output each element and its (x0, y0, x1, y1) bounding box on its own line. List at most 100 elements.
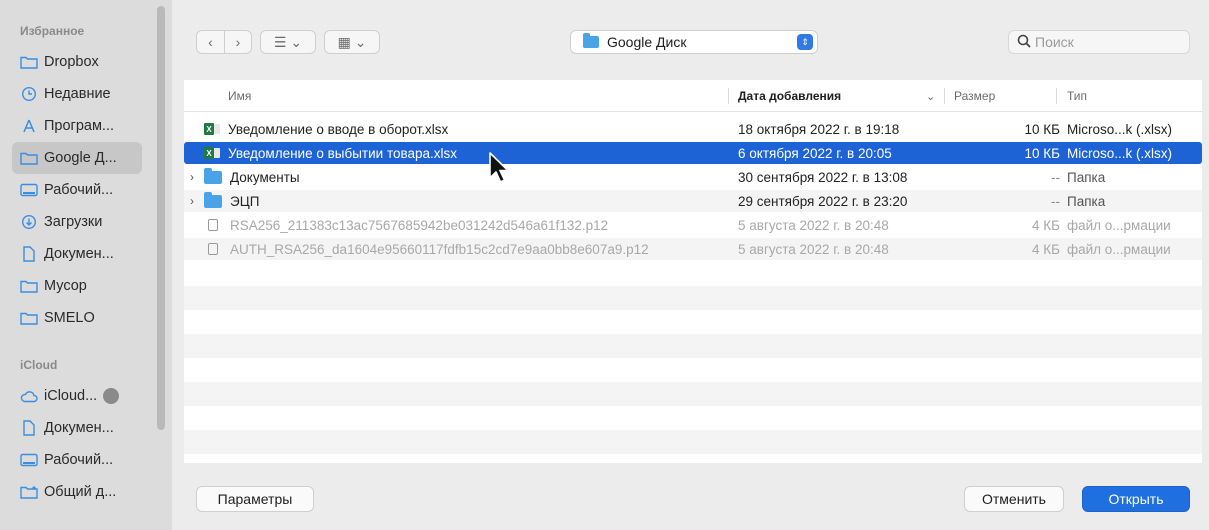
shared-folder-icon (20, 484, 38, 500)
list-view-button[interactable]: ☰ ⌄ (260, 30, 316, 54)
column-size[interactable]: Размер (954, 80, 995, 112)
sidebar-item-shared-folder[interactable]: Общий д... (12, 476, 142, 508)
sidebar-item-downloads[interactable]: Загрузки (12, 206, 142, 238)
file-date: 5 августа 2022 г. в 20:48 (738, 217, 889, 233)
nav-buttons: ‹ › (196, 30, 252, 54)
sidebar-item-label: Програм... (44, 118, 115, 134)
folder-icon (20, 310, 38, 326)
sidebar-item-label: Докумен... (44, 246, 114, 262)
sidebar-scrollbar[interactable] (157, 6, 165, 430)
column-date-added[interactable]: Дата добавления (738, 80, 841, 112)
open-button[interactable]: Открыть (1082, 486, 1190, 512)
sidebar-item-label: SMELO (44, 310, 95, 326)
empty-row (184, 430, 1202, 454)
disclosure-triangle-icon[interactable]: › (190, 194, 202, 208)
download-icon (20, 214, 38, 230)
sidebar-item-dropbox[interactable]: Dropbox (12, 46, 142, 78)
options-button[interactable]: Параметры (196, 486, 314, 512)
sidebar-item-label: Общий д... (44, 484, 117, 500)
desktop-icon (20, 182, 38, 198)
file-date: 30 сентября 2022 г. в 13:08 (738, 169, 908, 185)
file-row-selected[interactable]: X Уведомление о выбытии товара.xlsx 6 окт… (184, 142, 1202, 164)
toolbar: ‹ › ☰ ⌄ ▦ ⌄ Google Диск ⇕ (172, 0, 1209, 80)
file-kind: файл о...рмации (1067, 241, 1171, 257)
main-panel: ‹ › ☰ ⌄ ▦ ⌄ Google Диск ⇕ Имя Дата добав… (172, 0, 1209, 530)
sidebar-section-icloud: iCloud (20, 358, 58, 372)
empty-row (184, 334, 1202, 358)
sidebar-item-icloud-documents[interactable]: Докумен... (12, 412, 142, 444)
search-icon (1017, 34, 1031, 51)
file-name: AUTH_RSA256_da1604e95660117fdfb15c2cd7e9… (230, 241, 649, 257)
sidebar-item-icloud-desktop[interactable]: Рабочий... (12, 444, 142, 476)
file-size: 4 КБ (1032, 217, 1060, 233)
file-date: 29 сентября 2022 г. в 23:20 (738, 193, 908, 209)
column-name[interactable]: Имя (228, 80, 251, 112)
sidebar-item-label: Недавние (44, 86, 111, 102)
file-row[interactable]: X Уведомление о вводе в оборот.xlsx 18 ок… (184, 118, 1202, 140)
search-box[interactable] (1008, 30, 1190, 54)
file-size: 10 КБ (1024, 121, 1061, 137)
cloud-icon (20, 388, 38, 404)
empty-row (184, 382, 1202, 406)
column-header: Имя Дата добавления ⌄ Размер Тип (184, 80, 1202, 112)
file-date: 5 августа 2022 г. в 20:48 (738, 241, 889, 257)
sidebar-item-label: Dropbox (44, 54, 99, 70)
folder-icon (204, 167, 222, 184)
cancel-button[interactable]: Отменить (964, 486, 1064, 512)
file-kind: Microso...k (.xlsx) (1067, 145, 1173, 161)
file-date: 18 октября 2022 г. в 19:18 (738, 121, 900, 137)
sidebar-item-smelo[interactable]: SMELO (12, 302, 142, 334)
chevron-down-icon[interactable]: ⌄ (926, 80, 935, 112)
column-divider[interactable] (1056, 88, 1057, 104)
certificate-file-icon (208, 243, 218, 255)
folder-icon (20, 278, 38, 294)
sidebar-item-label: Докумен... (44, 420, 114, 436)
sidebar-item-applications[interactable]: Програм... (12, 110, 142, 142)
sidebar-item-recents[interactable]: Недавние (12, 78, 142, 110)
group-view-button[interactable]: ▦ ⌄ (324, 30, 380, 54)
chevron-updown-icon: ⇕ (797, 34, 813, 50)
list-view-label: ☰ ⌄ (273, 33, 303, 50)
file-kind: Microso...k (.xlsx) (1067, 121, 1173, 137)
grid-view-label: ▦ ⌄ (337, 33, 367, 50)
folder-row[interactable]: › ЭЦП 29 сентября 2022 г. в 23:20 -- Папк… (184, 190, 1202, 212)
sidebar-item-desktop[interactable]: Рабочий... (12, 174, 142, 206)
file-size: -- (1051, 193, 1060, 209)
file-name: ЭЦП (230, 193, 260, 209)
empty-row (184, 286, 1202, 310)
sidebar-item-google-drive[interactable]: Google Д... (12, 142, 142, 174)
file-kind: Папка (1067, 193, 1106, 209)
sync-status-icon (103, 388, 120, 404)
search-input[interactable] (1035, 34, 1175, 50)
desktop-icon (20, 452, 38, 468)
apps-icon (20, 118, 38, 134)
back-button[interactable]: ‹ (197, 31, 224, 53)
clock-icon (20, 86, 38, 102)
location-popup[interactable]: Google Диск ⇕ (570, 30, 818, 54)
file-date: 6 октября 2022 г. в 20:05 (738, 145, 892, 161)
file-name: Документы (230, 169, 300, 185)
file-row-disabled: RSA256_211383c13ac7567685942be031242d546… (184, 214, 1202, 236)
column-divider[interactable] (728, 88, 729, 104)
sidebar-item-label: Google Д... (44, 150, 117, 166)
sidebar-item-trash[interactable]: Мусор (12, 270, 142, 302)
column-kind[interactable]: Тип (1067, 80, 1087, 112)
file-size: 4 КБ (1032, 241, 1060, 257)
certificate-file-icon (208, 219, 218, 231)
file-name: RSA256_211383c13ac7567685942be031242d546… (230, 217, 609, 233)
folder-row[interactable]: › Документы 30 сентября 2022 г. в 13:08 -… (184, 166, 1202, 188)
column-divider[interactable] (944, 88, 945, 104)
file-kind: Папка (1067, 169, 1106, 185)
sidebar-item-label: Рабочий... (44, 452, 114, 468)
folder-icon (20, 54, 38, 70)
file-size: 10 КБ (1024, 145, 1061, 161)
forward-button[interactable]: › (224, 31, 251, 53)
file-name: Уведомление о выбытии товара.xlsx (228, 145, 458, 161)
folder-icon (583, 33, 599, 48)
disclosure-triangle-icon[interactable]: › (190, 170, 202, 184)
sidebar-item-documents[interactable]: Докумен... (12, 238, 142, 270)
excel-file-icon: X (204, 122, 220, 136)
sidebar-item-icloud-drive[interactable]: iCloud... (12, 380, 142, 412)
document-icon (20, 420, 38, 436)
document-icon (20, 246, 38, 262)
